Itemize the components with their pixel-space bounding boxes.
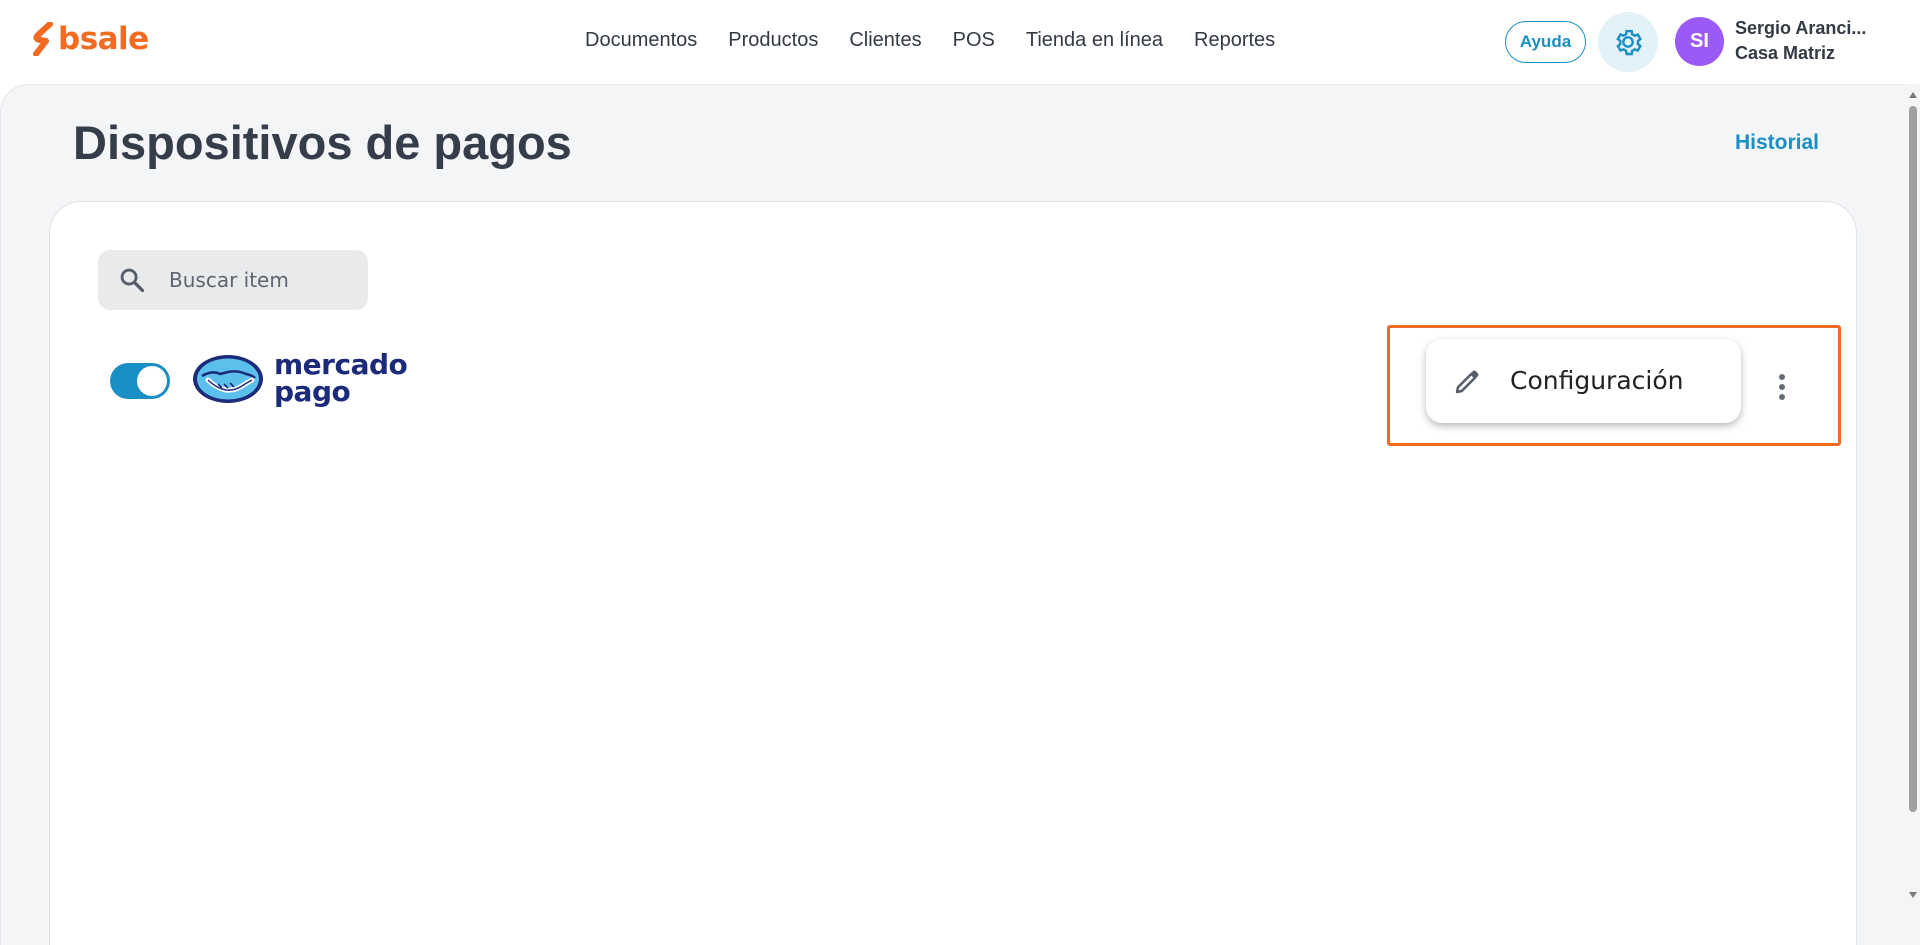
nav-item-tienda-en-linea[interactable]: Tienda en línea	[1026, 29, 1163, 52]
menu-item-configuracion[interactable]: Configuración	[1426, 339, 1741, 423]
user-name[interactable]: Sergio Aranci...	[1735, 18, 1866, 39]
top-bar: bsale Documentos Productos Clientes POS …	[0, 0, 1920, 84]
settings-button[interactable]	[1598, 12, 1658, 72]
page-scrollbar[interactable]	[1906, 84, 1920, 945]
more-options-icon[interactable]	[1770, 367, 1794, 407]
bsale-logo[interactable]: bsale	[32, 22, 149, 56]
scroll-down-arrow-icon[interactable]	[1909, 892, 1917, 898]
nav-item-pos[interactable]: POS	[953, 29, 995, 52]
nav-item-productos[interactable]: Productos	[728, 29, 818, 52]
search-box[interactable]	[98, 250, 368, 310]
handshake-icon	[193, 354, 263, 403]
nav-item-reportes[interactable]: Reportes	[1194, 29, 1275, 52]
pencil-icon	[1455, 370, 1479, 394]
mercado-pago-logo: mercado pago	[192, 351, 408, 408]
nav-item-documentos[interactable]: Documentos	[585, 29, 697, 52]
device-enabled-toggle[interactable]	[110, 363, 170, 399]
gear-icon	[1616, 29, 1642, 56]
history-link[interactable]: Historial	[1735, 131, 1819, 155]
search-input[interactable]	[169, 250, 359, 310]
nav-item-clientes[interactable]: Clientes	[849, 29, 921, 52]
mercado-pago-wordmark: mercado pago	[274, 351, 408, 408]
user-branch[interactable]: Casa Matriz	[1735, 43, 1835, 64]
bsale-logo-mark-icon	[33, 22, 53, 56]
mp-logo-line2: pago	[274, 374, 351, 408]
content-card	[49, 201, 1857, 945]
toggle-knob	[137, 366, 167, 396]
menu-item-label: Configuración	[1510, 366, 1684, 395]
scroll-thumb[interactable]	[1909, 106, 1917, 812]
help-button[interactable]: Ayuda	[1505, 21, 1586, 63]
logo-text: bsale	[58, 20, 149, 57]
user-avatar[interactable]: SI	[1675, 17, 1724, 66]
main-nav: Documentos Productos Clientes POS Tienda…	[585, 29, 1306, 52]
scroll-up-arrow-icon[interactable]	[1909, 92, 1917, 98]
search-icon	[120, 268, 145, 293]
page-title: Dispositivos de pagos	[73, 116, 572, 169]
